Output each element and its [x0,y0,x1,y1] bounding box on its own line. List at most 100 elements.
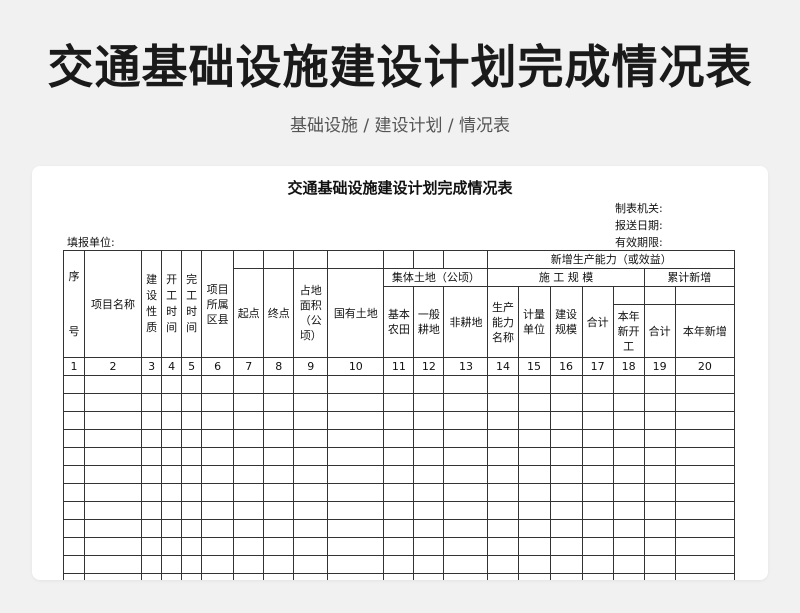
table-cell[interactable] [612,573,645,580]
table-cell[interactable] [443,519,489,538]
table-cell[interactable] [517,537,551,556]
table-cell[interactable] [643,393,676,412]
table-cell[interactable] [233,411,265,430]
table-cell[interactable] [84,573,143,580]
table-cell[interactable] [581,555,614,574]
table-cell[interactable] [327,447,385,466]
table-cell[interactable] [581,447,614,466]
table-cell[interactable] [263,429,295,448]
table-cell[interactable] [263,555,295,574]
table-cell[interactable] [413,447,445,466]
table-cell[interactable] [263,573,295,580]
table-cell[interactable] [84,501,143,520]
table-cell[interactable] [141,393,163,412]
table-cell[interactable] [581,375,614,394]
table-cell[interactable] [581,573,614,580]
table-cell[interactable] [643,537,676,556]
table-cell[interactable] [293,411,329,430]
table-cell[interactable] [581,537,614,556]
table-cell[interactable] [293,465,329,484]
table-cell[interactable] [643,519,676,538]
table-cell[interactable] [581,465,614,484]
table-cell[interactable] [443,501,489,520]
table-cell[interactable] [413,501,445,520]
table-cell[interactable] [517,411,551,430]
table-cell[interactable] [161,429,183,448]
table-cell[interactable] [612,447,645,466]
table-cell[interactable] [612,537,645,556]
table-cell[interactable] [487,393,519,412]
table-cell[interactable] [161,483,183,502]
table-cell[interactable] [233,393,265,412]
table-cell[interactable] [549,465,583,484]
table-cell[interactable] [181,483,203,502]
table-cell[interactable] [161,501,183,520]
table-cell[interactable] [612,483,645,502]
table-cell[interactable] [263,411,295,430]
table-cell[interactable] [293,519,329,538]
table-cell[interactable] [161,519,183,538]
table-cell[interactable] [141,465,163,484]
table-cell[interactable] [62,411,86,430]
table-cell[interactable] [293,501,329,520]
table-cell[interactable] [141,375,163,394]
table-cell[interactable] [263,483,295,502]
table-cell[interactable] [201,519,235,538]
table-cell[interactable] [517,519,551,538]
table-cell[interactable] [84,465,143,484]
table-cell[interactable] [84,555,143,574]
table-cell[interactable] [84,393,143,412]
table-cell[interactable] [383,555,415,574]
table-cell[interactable] [549,375,583,394]
table-cell[interactable] [413,411,445,430]
table-cell[interactable] [141,501,163,520]
table-cell[interactable] [413,375,445,394]
table-cell[interactable] [674,447,736,466]
table-cell[interactable] [62,555,86,574]
table-cell[interactable] [181,375,203,394]
table-cell[interactable] [263,447,295,466]
table-cell[interactable] [327,537,385,556]
table-cell[interactable] [549,555,583,574]
table-cell[interactable] [201,411,235,430]
table-cell[interactable] [517,483,551,502]
table-cell[interactable] [549,501,583,520]
table-cell[interactable] [517,573,551,580]
table-cell[interactable] [293,429,329,448]
table-cell[interactable] [487,501,519,520]
table-cell[interactable] [674,429,736,448]
table-cell[interactable] [643,447,676,466]
table-cell[interactable] [62,375,86,394]
table-cell[interactable] [293,375,329,394]
table-cell[interactable] [383,393,415,412]
table-cell[interactable] [201,573,235,580]
table-cell[interactable] [327,375,385,394]
table-cell[interactable] [612,555,645,574]
table-cell[interactable] [413,573,445,580]
table-cell[interactable] [141,555,163,574]
table-cell[interactable] [181,537,203,556]
table-cell[interactable] [327,429,385,448]
table-cell[interactable] [383,429,415,448]
table-cell[interactable] [643,483,676,502]
table-cell[interactable] [674,465,736,484]
table-cell[interactable] [201,501,235,520]
table-cell[interactable] [62,483,86,502]
table-cell[interactable] [413,393,445,412]
table-cell[interactable] [233,447,265,466]
table-cell[interactable] [84,519,143,538]
table-cell[interactable] [413,537,445,556]
table-cell[interactable] [263,537,295,556]
table-cell[interactable] [181,429,203,448]
table-cell[interactable] [517,429,551,448]
table-cell[interactable] [643,411,676,430]
table-cell[interactable] [674,483,736,502]
table-cell[interactable] [549,573,583,580]
table-cell[interactable] [549,537,583,556]
table-cell[interactable] [62,573,86,580]
table-cell[interactable] [549,411,583,430]
table-cell[interactable] [443,483,489,502]
table-cell[interactable] [549,519,583,538]
table-cell[interactable] [413,483,445,502]
table-cell[interactable] [201,483,235,502]
